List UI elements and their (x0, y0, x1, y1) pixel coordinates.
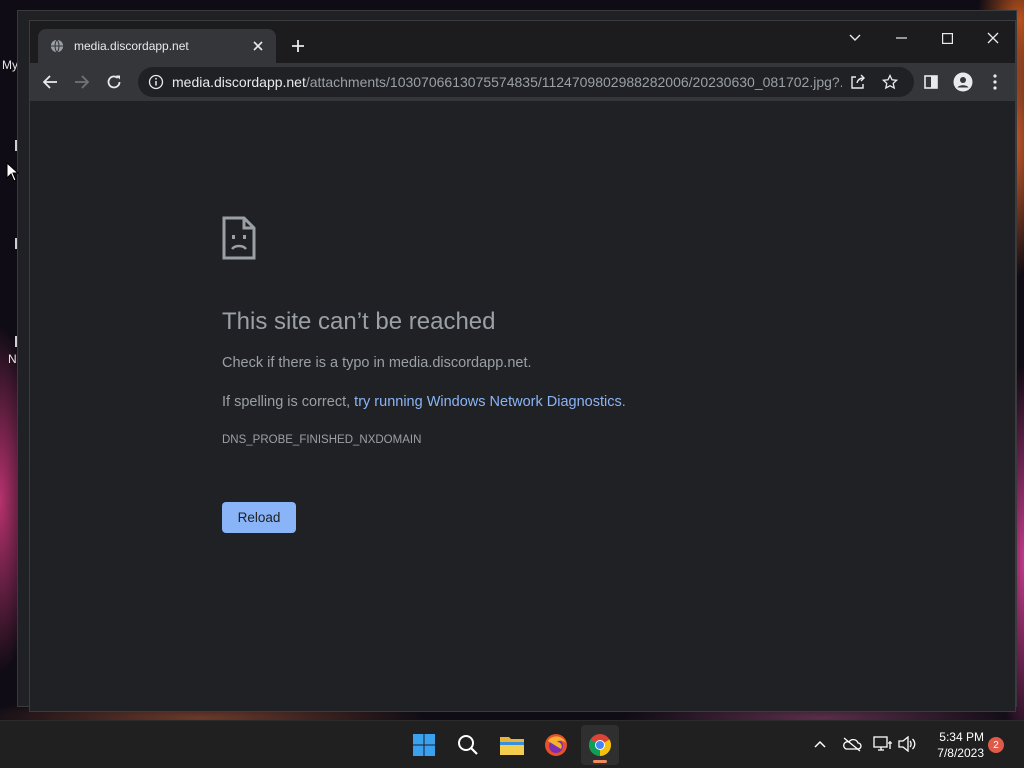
taskbar-firefox[interactable] (537, 725, 575, 765)
kebab-menu-icon[interactable] (981, 68, 1009, 96)
search-icon (458, 735, 478, 755)
url-text[interactable]: media.discordapp.net/attachments/1030706… (172, 74, 842, 90)
close-button[interactable] (970, 23, 1016, 53)
start-button[interactable] (405, 725, 443, 765)
tray-overflow-chevron-up-icon[interactable] (809, 733, 831, 755)
taskbar: 5:34 PM 7/8/2023 2 (0, 720, 1024, 768)
side-panel-icon[interactable] (917, 68, 945, 96)
maximize-button[interactable] (924, 23, 970, 53)
address-bar[interactable]: media.discordapp.net/attachments/1030706… (138, 67, 914, 97)
chrome-icon (589, 734, 611, 756)
share-icon[interactable] (846, 70, 870, 94)
file-explorer-icon (500, 737, 524, 755)
error-code: DNS_PROBE_FINISHED_NXDOMAIN (222, 434, 422, 446)
desktop-icon-label[interactable]: My (2, 58, 18, 72)
profile-avatar-icon[interactable] (949, 68, 977, 96)
firefox-icon (545, 734, 567, 756)
tab-active[interactable]: media.discordapp.net (38, 29, 276, 63)
reload-icon[interactable] (100, 68, 128, 96)
taskbar-search-button[interactable] (449, 725, 487, 765)
active-app-indicator (593, 760, 607, 763)
tab-title: media.discordapp.net (74, 39, 189, 53)
notification-badge[interactable]: 2 (988, 737, 1004, 753)
browser-toolbar: media.discordapp.net/attachments/1030706… (30, 63, 1015, 101)
new-tab-button[interactable] (286, 34, 310, 58)
network-diagnostics-link[interactable]: try running Windows Network Diagnostics (354, 394, 622, 410)
url-path: /attachments/1030706613075574835/1124709… (305, 74, 842, 90)
error-page: This site can’t be reached Check if ther… (30, 101, 1015, 713)
tab-close-icon[interactable] (246, 34, 270, 58)
network-icon[interactable] (872, 733, 894, 755)
bookmark-star-icon[interactable] (878, 70, 902, 94)
globe-icon (50, 39, 64, 53)
back-button[interactable] (36, 68, 64, 96)
url-host: media.discordapp.net (172, 74, 306, 90)
error-suggestion-prefix: If spelling is correct, (222, 394, 355, 410)
tab-search-chevron-down-icon[interactable] (832, 23, 878, 53)
clock-date: 7/8/2023 (937, 746, 984, 760)
clock-time: 5:34 PM (939, 730, 984, 744)
taskbar-chrome[interactable] (581, 725, 619, 765)
desktop-icon-label[interactable]: N (8, 352, 17, 366)
minimize-button[interactable] (878, 23, 924, 53)
error-suggestion-typo: Check if there is a typo in media.discor… (222, 355, 532, 371)
taskbar-clock[interactable]: 5:34 PM 7/8/2023 (922, 729, 984, 761)
start-icon (413, 734, 435, 756)
volume-icon[interactable] (896, 733, 918, 755)
sad-page-icon (222, 216, 256, 260)
error-title: This site can’t be reached (222, 308, 496, 335)
site-info-icon[interactable] (148, 74, 164, 90)
browser-window: media.discordapp.net media.discordapp.ne… (29, 20, 1016, 712)
error-suggestion-diagnostics: If spelling is correct, try running Wind… (222, 394, 626, 410)
tab-strip: media.discordapp.net (30, 21, 1015, 63)
forward-button[interactable] (68, 68, 96, 96)
mouse-cursor-icon (6, 162, 20, 182)
onedrive-offline-icon[interactable] (841, 733, 863, 755)
error-suggestion-suffix: . (621, 394, 626, 410)
taskbar-file-explorer[interactable] (493, 725, 531, 765)
reload-button[interactable]: Reload (222, 502, 296, 533)
